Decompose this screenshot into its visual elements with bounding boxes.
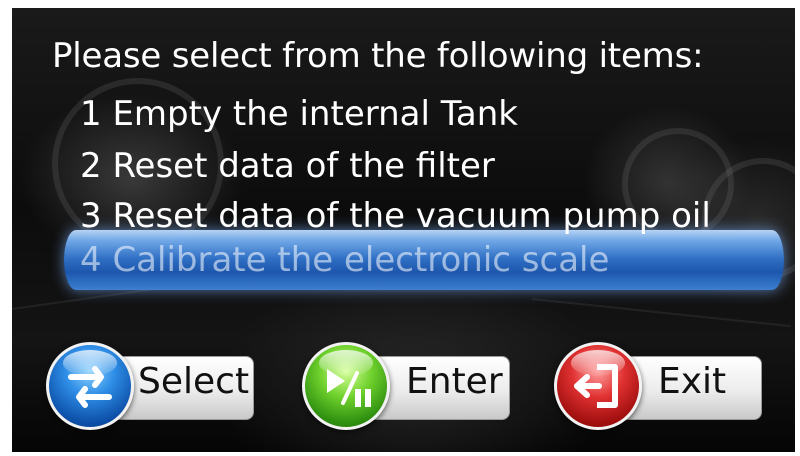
menu-item-reset-filter[interactable]: 2 Reset data of the filter <box>80 146 495 186</box>
menu-item-reset-vacuum-pump-oil[interactable]: 3 Reset data of the vacuum pump oil <box>80 196 711 236</box>
play-pause-icon <box>302 342 390 430</box>
page-title: Please select from the following items: <box>52 36 704 76</box>
select-button[interactable]: Select <box>46 342 258 432</box>
menu-item-calibrate-scale[interactable]: 4 Calibrate the electronic scale <box>80 240 609 280</box>
swap-arrows-icon <box>46 342 134 430</box>
select-button-label: Select <box>138 361 250 402</box>
screen: Please select from the following items: … <box>12 8 795 452</box>
background-dash-line <box>531 298 791 328</box>
exit-button[interactable]: Exit <box>554 342 766 432</box>
exit-button-label: Exit <box>658 361 727 402</box>
enter-button[interactable]: Enter <box>302 342 514 432</box>
exit-door-icon <box>554 342 642 430</box>
menu-item-empty-tank[interactable]: 1 Empty the internal Tank <box>80 94 518 134</box>
enter-button-label: Enter <box>406 361 503 402</box>
